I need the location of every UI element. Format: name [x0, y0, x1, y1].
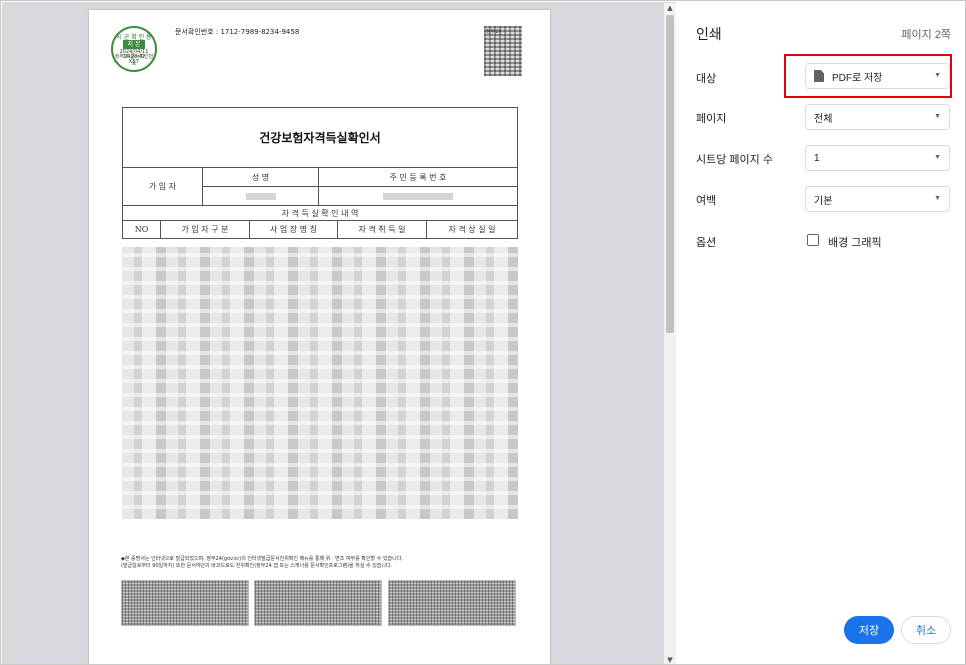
save-button[interactable]: 저장 — [844, 616, 894, 644]
verification-note: ◆본 증명서는 인터넷으로 발급되었으며, 정부24(gov.kr)의 인터넷발… — [121, 556, 521, 570]
col-workplace: 사 업 장 명 칭 — [250, 221, 338, 238]
pages-value: 전체 — [814, 113, 833, 125]
background-graphics-checkbox[interactable] — [807, 234, 819, 246]
print-preview-area: 시 군 확 인 용 지 본 2024/04/11 16:28:42 K57 정부… — [2, 2, 676, 664]
dropdown-arrow-icon: ▼ — [934, 113, 941, 120]
col-no: NO — [123, 221, 161, 238]
history-row: 자 격 득 실 확 인 내 역 — [123, 206, 517, 221]
name-header: 성 명 — [203, 168, 319, 186]
pages-select[interactable]: 전체 ▼ — [805, 104, 950, 130]
barcode-3 — [388, 580, 516, 626]
seal-mid-text: 지 본 — [123, 40, 145, 49]
note-line-2: (발급일로부터 90일까지) 또한 문서하단의 바코드로도 진위확인(정부24 … — [121, 563, 393, 569]
print-settings-panel: 인쇄 페이지 2쪽 대상 PDF로 저장 ▼ 페이지 전체 ▼ 시트당 페이지 … — [678, 2, 965, 664]
col-acquired-date: 자 격 취 득 일 — [338, 221, 427, 238]
history-header: 자 격 득 실 확 인 내 역 — [281, 208, 359, 218]
member-header: 가 입 자 — [123, 168, 203, 205]
rrn-header: 주 민 등 록 번 호 — [389, 172, 447, 182]
seal-bottom-text: 정부24문서확인번호 — [114, 54, 154, 67]
rrn-value-redacted — [319, 187, 517, 205]
pages-per-sheet-label: 시트당 페이지 수 — [696, 154, 773, 166]
file-icon — [814, 70, 824, 82]
member-row: 가 입 자 성 명 주 민 등 록 번 호 — [123, 168, 517, 206]
print-dialog: 시 군 확 인 용 지 본 2024/04/11 16:28:42 K57 정부… — [0, 0, 966, 665]
redacted-history-rows — [122, 247, 518, 519]
pages-per-sheet-select[interactable]: 1 ▼ — [805, 145, 950, 171]
pages-label: 페이지 — [696, 113, 727, 125]
pages-per-sheet-value: 1 — [814, 152, 820, 164]
scroll-up-arrow-icon[interactable]: ▲ — [664, 3, 676, 13]
options-label: 옵션 — [696, 237, 717, 249]
background-graphics-label[interactable]: 배경 그래픽 — [828, 234, 882, 250]
page-count: 페이지 2쪽 — [901, 29, 951, 41]
qr-label: 정부24 — [486, 29, 502, 35]
official-seal: 시 군 확 인 용 지 본 2024/04/11 16:28:42 K57 정부… — [111, 26, 157, 72]
destination-value: PDF로 저장 — [832, 72, 883, 84]
dropdown-arrow-icon: ▼ — [934, 154, 941, 161]
col-lost-date: 자 격 상 실 일 — [448, 225, 496, 234]
document-page: 시 군 확 인 용 지 본 2024/04/11 16:28:42 K57 정부… — [89, 10, 550, 664]
panel-title: 인쇄 — [696, 26, 722, 42]
scroll-down-arrow-icon[interactable]: ▼ — [664, 655, 676, 664]
barcode-1 — [121, 580, 249, 626]
margins-value: 기본 — [814, 195, 833, 207]
member-values — [203, 187, 517, 205]
barcode-2 — [254, 580, 382, 626]
member-detail: 성 명 주 민 등 록 번 호 — [203, 168, 517, 205]
dropdown-arrow-icon: ▼ — [934, 72, 941, 79]
name-value-redacted — [203, 187, 319, 205]
col-member-type: 가 입 자 구 분 — [161, 221, 250, 238]
destination-select[interactable]: PDF로 저장 ▼ — [805, 63, 950, 89]
dropdown-arrow-icon: ▼ — [934, 195, 941, 202]
note-line-1: ◆본 증명서는 인터넷으로 발급되었으며, 정부24(gov.kr)의 인터넷발… — [121, 556, 403, 562]
destination-label: 대상 — [696, 73, 717, 85]
member-subheader: 성 명 주 민 등 록 번 호 — [203, 168, 517, 187]
certificate-table: 건강보험자격득실확인서 가 입 자 성 명 주 민 등 록 번 호 자 격 득 … — [122, 107, 518, 239]
cancel-button[interactable]: 취소 — [901, 616, 951, 644]
margins-select[interactable]: 기본 ▼ — [805, 186, 950, 212]
document-number: 문서확인번호 : 1712-7989-8234-9458 — [175, 28, 300, 36]
scroll-thumb[interactable] — [666, 15, 674, 333]
column-header-row: NO 가 입 자 구 분 사 업 장 명 칭 자 격 취 득 일 자 격 상 실… — [123, 221, 517, 238]
preview-scrollbar[interactable]: ▲ ▼ — [664, 3, 676, 664]
margins-label: 여백 — [696, 195, 717, 207]
certificate-title: 건강보험자격득실확인서 — [123, 108, 517, 168]
